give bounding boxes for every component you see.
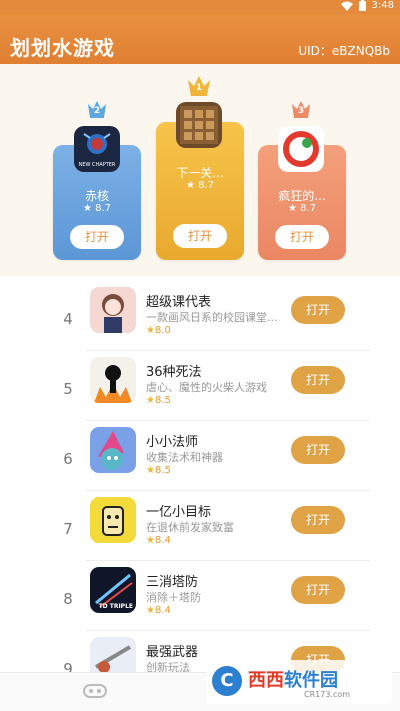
- open-button[interactable]: 打开: [291, 576, 345, 604]
- podium-app-name: 下一关...: [176, 166, 224, 180]
- divider: [86, 490, 370, 491]
- app-header: 划划水游戏 UID：eBZNQBb: [0, 14, 400, 64]
- app-name: 超级课代表: [146, 295, 212, 310]
- open-button[interactable]: 打开: [291, 506, 345, 534]
- podium-rating: ★ 8.7: [287, 203, 317, 214]
- star-icon: ★: [146, 395, 155, 406]
- crown-rank-3-icon: 3: [290, 98, 312, 120]
- app-description: 在退休前发家致富: [146, 521, 234, 534]
- app-icon-crazy[interactable]: [278, 126, 324, 172]
- watermark: C 西西软件园 CR173.com: [206, 660, 392, 704]
- app-name: 36种死法: [146, 365, 202, 380]
- podium-app-name: 疯狂的...: [278, 189, 326, 203]
- app-name: 小小法师: [146, 435, 199, 450]
- rank-number: 4: [63, 310, 73, 328]
- gamepad-icon[interactable]: [82, 682, 108, 704]
- watermark-logo-icon: C: [212, 666, 242, 696]
- podium-rating: ★ 8.7: [185, 180, 215, 191]
- open-button[interactable]: 打开: [291, 436, 345, 464]
- app-rating: ★8.4: [146, 605, 171, 616]
- open-button[interactable]: 打开: [291, 296, 345, 324]
- open-button[interactable]: 打开: [275, 225, 329, 249]
- app-icon-36-deaths[interactable]: [90, 357, 136, 403]
- watermark-brand: 西西软件园: [248, 670, 338, 691]
- star-icon: ★: [146, 465, 155, 476]
- rank-number: 7: [63, 520, 73, 538]
- app-description: 消除＋塔防: [146, 591, 201, 604]
- status-time: 3:48: [371, 0, 394, 11]
- podium-rating: ★ 8.7: [82, 203, 112, 214]
- star-icon: ★: [146, 535, 155, 546]
- app-name: 最强武器: [146, 645, 199, 660]
- rank-number: 8: [63, 590, 73, 608]
- star-icon: ★: [146, 325, 155, 336]
- list-item[interactable]: 6 小小法师 收集法术和神器 ★8.5 打开: [0, 423, 400, 493]
- app-icon-label: TD TRIPLE: [98, 603, 133, 610]
- wifi-icon: [340, 1, 353, 11]
- list-item[interactable]: 8 TD TRIPLE 三消塔防 消除＋塔防 ★8.4 打开: [0, 563, 400, 633]
- page-title: 划划水游戏: [10, 36, 115, 60]
- app-icon-super-rep[interactable]: [90, 287, 136, 333]
- open-button[interactable]: 打开: [70, 225, 124, 249]
- app-name: 三消塔防: [146, 575, 199, 590]
- app-icon-little-mage[interactable]: [90, 427, 136, 473]
- app-icon-strongest-weapon[interactable]: [90, 637, 136, 672]
- status-bar: 3:48: [0, 0, 400, 14]
- open-button[interactable]: 打开: [291, 366, 345, 394]
- app-icon-label: NEW CHAPTER: [78, 162, 116, 168]
- app-description: 一款画风日系的校园课堂...: [146, 311, 278, 324]
- list-item[interactable]: 5 36种死法 虐心、魔性的火柴人游戏 ★8.5 打开: [0, 353, 400, 423]
- app-icon-triple-td[interactable]: TD TRIPLE: [90, 567, 136, 613]
- list-item[interactable]: 7 一亿小目标 在退休前发家致富 ★8.4 打开: [0, 493, 400, 563]
- rank-number: 5: [63, 380, 73, 398]
- divider: [86, 560, 370, 561]
- rank-number: 6: [63, 450, 73, 468]
- divider: [86, 630, 370, 631]
- list-item[interactable]: 4 超级课代表 一款画风日系的校园课堂... ★8.0 打开: [0, 283, 400, 353]
- crown-rank-1-icon: 1: [186, 74, 212, 98]
- watermark-url: CR173.com: [304, 690, 351, 699]
- battery-icon: [358, 0, 366, 11]
- divider: [86, 350, 370, 351]
- app-description: 收集法术和神器: [146, 451, 223, 464]
- crown-rank-2-icon: 2: [86, 98, 108, 120]
- app-name: 一亿小目标: [146, 505, 212, 520]
- podium-app-name: 赤核: [84, 189, 109, 203]
- app-icon-chihe[interactable]: NEW CHAPTER: [74, 126, 120, 172]
- user-id-label: UID：eBZNQBb: [298, 44, 390, 58]
- star-icon: ★: [146, 605, 155, 616]
- app-rating: ★8.4: [146, 535, 171, 546]
- divider: [86, 420, 370, 421]
- app-rating: ★8.5: [146, 465, 171, 476]
- app-icon-next-level[interactable]: [176, 102, 222, 148]
- rank-number: 9: [63, 660, 73, 672]
- app-rating: ★8.5: [146, 395, 171, 406]
- app-icon-hundred-million[interactable]: [90, 497, 136, 543]
- app-rating: ★8.0: [146, 325, 171, 336]
- open-button[interactable]: 打开: [173, 224, 227, 248]
- app-description: 虐心、魔性的火柴人游戏: [146, 381, 267, 394]
